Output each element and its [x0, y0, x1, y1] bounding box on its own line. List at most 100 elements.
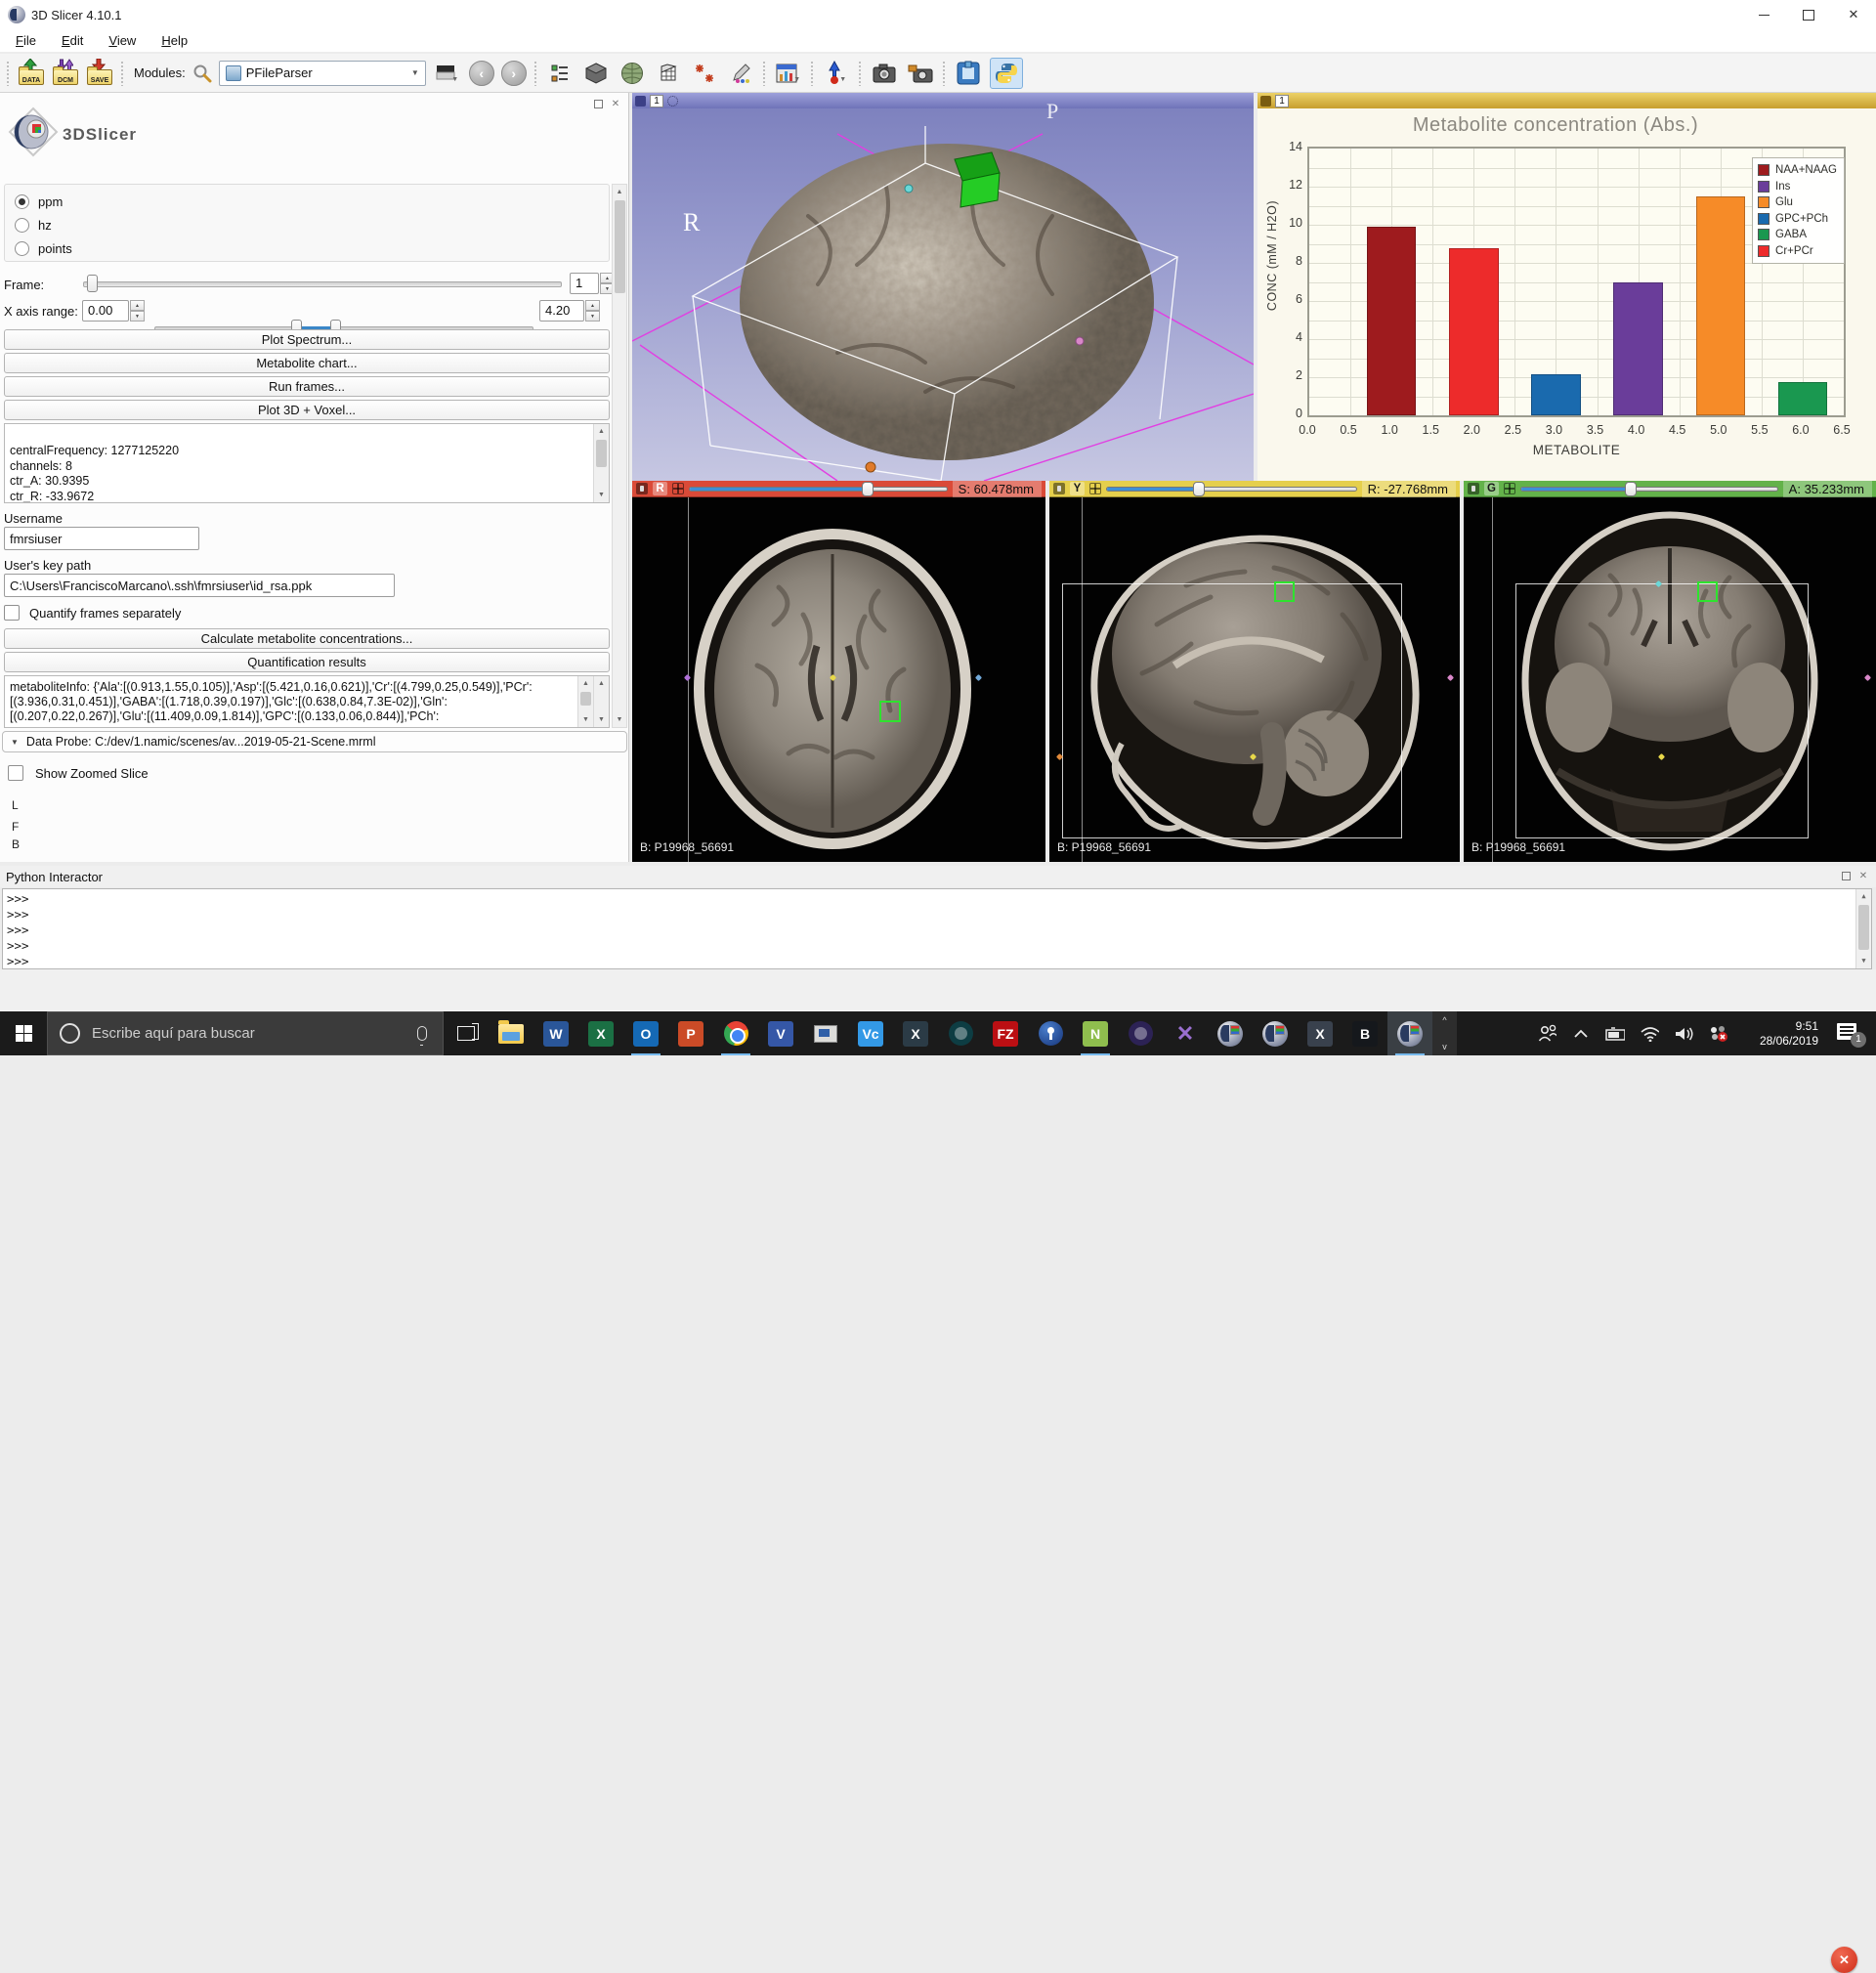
taskbar-app-eclipse[interactable]	[1118, 1011, 1163, 1055]
slice-red-label[interactable]: R	[653, 482, 667, 495]
pin-icon[interactable]	[1468, 483, 1479, 494]
taskbar-app-remote-transfer[interactable]	[803, 1011, 848, 1055]
frame-spinbox[interactable]: 1 ▲▼	[570, 273, 615, 294]
python-undock-button[interactable]	[1839, 869, 1853, 882]
volume-module-button[interactable]	[581, 58, 611, 89]
toolbar-grip[interactable]	[533, 61, 538, 86]
menu-file[interactable]: File	[16, 33, 36, 48]
info-box-scrollbar[interactable]: ▲▼	[593, 424, 609, 502]
header-info-box[interactable]: centralFrequency: 1277125220 channels: 8…	[4, 423, 610, 503]
xaxis-min-value[interactable]: 0.00	[82, 300, 129, 322]
hidden-icons-chevron[interactable]	[1571, 1024, 1591, 1044]
radio-ppm[interactable]: ppm	[15, 193, 63, 210]
dismiss-error-button[interactable]: ✕	[1831, 1947, 1857, 1973]
slice-view-red-axial[interactable]: B: P19968_56691 R S: 60.478mm	[632, 481, 1045, 862]
slice-yellow-slider-handle[interactable]	[1193, 482, 1205, 496]
taskbar-app-mplab-x-ide[interactable]: X	[893, 1011, 938, 1055]
panel-undock-button[interactable]	[591, 97, 605, 110]
transforms-button[interactable]	[654, 58, 683, 89]
radio-points-circle[interactable]	[15, 241, 29, 256]
battery-icon[interactable]	[1605, 1024, 1625, 1044]
python-console-button[interactable]	[990, 58, 1023, 89]
module-panel-scrollbar[interactable]: ▲▼	[612, 184, 627, 728]
radio-ppm-circle[interactable]	[15, 194, 29, 209]
quantify-frames-row[interactable]: Quantify frames separately	[4, 605, 181, 621]
extensions-manager-button[interactable]	[954, 58, 983, 89]
crosshair-icon[interactable]	[1504, 483, 1515, 494]
fiducials-button[interactable]	[690, 58, 719, 89]
start-button[interactable]	[0, 1011, 47, 1055]
module-history-button[interactable]	[545, 58, 575, 89]
voxel-roi-box[interactable]	[879, 701, 901, 722]
python-console-scrollbar[interactable]: ▲▼	[1855, 889, 1871, 968]
radio-hz[interactable]: hz	[15, 216, 52, 234]
taskbar-app-notepad-plus-plus[interactable]: N	[1073, 1011, 1118, 1055]
crosshair-button[interactable]: ▼	[822, 58, 851, 89]
pin-icon[interactable]	[1260, 96, 1271, 107]
chart-view[interactable]: 1 Metabolite concentration (Abs.) CONC (…	[1258, 93, 1876, 481]
slice-red-controller-bar[interactable]: R S: 60.478mm	[632, 481, 1045, 497]
taskbar-app-ssh-lock[interactable]	[1028, 1011, 1073, 1055]
voxel-roi-box[interactable]	[1697, 581, 1718, 602]
slice-green-slider-handle[interactable]	[1625, 482, 1637, 496]
taskbar-app-slicer-window-1[interactable]	[1208, 1011, 1253, 1055]
menu-edit[interactable]: Edit	[62, 33, 83, 48]
taskbar-app-vnc-viewer[interactable]: Vc	[848, 1011, 893, 1055]
toolbar-grip[interactable]	[6, 61, 11, 86]
pin-icon[interactable]	[1053, 483, 1065, 494]
slice-red-slider[interactable]	[689, 482, 948, 496]
load-data-button[interactable]: DATA	[18, 61, 45, 86]
slice-yellow-slider[interactable]	[1106, 482, 1357, 496]
action-center-button[interactable]: 1	[1837, 1022, 1866, 1046]
xaxis-min-spinbox[interactable]: 0.00 ▲▼	[82, 300, 145, 322]
chart-controller-bar[interactable]: 1	[1258, 93, 1876, 108]
taskbar-app-b-tool[interactable]: B	[1343, 1011, 1387, 1055]
menu-help[interactable]: Help	[161, 33, 188, 48]
slice-image-coronal[interactable]: B: P19968_56691	[1464, 497, 1876, 862]
menu-view[interactable]: View	[108, 33, 136, 48]
pin-icon[interactable]	[635, 96, 646, 107]
taskbar-app-slicer-window-2[interactable]	[1253, 1011, 1298, 1055]
taskbar-app-excel[interactable]: X	[578, 1011, 623, 1055]
slice-view-green-coronal[interactable]: B: P19968_56691 G A: 35.233mm	[1464, 481, 1876, 862]
toolbar-grip[interactable]	[120, 61, 125, 86]
view-3d[interactable]: 1 R P	[632, 93, 1254, 481]
fiducial-orange-dot[interactable]	[866, 462, 875, 472]
pin-icon[interactable]	[636, 483, 648, 494]
dicom-button[interactable]: DCM	[52, 61, 79, 86]
plot-3d-voxel-button[interactable]: Plot 3D + Voxel...	[4, 400, 610, 420]
toolbar-grip[interactable]	[810, 61, 815, 86]
taskbar-app-slicer-active[interactable]	[1387, 1011, 1432, 1055]
volume-rendering-button[interactable]	[618, 58, 647, 89]
crosshair-icon[interactable]	[672, 483, 684, 494]
taskbar-app-outlook[interactable]: O	[623, 1011, 668, 1055]
annotations-button[interactable]	[726, 58, 755, 89]
scene-views-button[interactable]	[906, 58, 935, 89]
fiducial-pink-dot[interactable]	[1076, 337, 1084, 345]
xaxis-min-spin-arrows[interactable]: ▲▼	[130, 300, 145, 322]
taskbar-app-filezilla[interactable]: FZ	[983, 1011, 1028, 1055]
python-close-button[interactable]: ✕	[1856, 869, 1870, 882]
radio-hz-circle[interactable]	[15, 218, 29, 233]
taskbar-app-chrome[interactable]	[713, 1011, 758, 1055]
slice-green-label[interactable]: G	[1484, 482, 1499, 495]
taskbar-app-powerpoint[interactable]: P	[668, 1011, 713, 1055]
slice-red-slider-handle[interactable]	[862, 482, 874, 496]
slice-view-yellow-sagittal[interactable]: B: P19968_56691 Y R: -27.768mm	[1049, 481, 1460, 862]
plot-spectrum-button[interactable]: Plot Spectrum...	[4, 329, 610, 350]
metabolite-box-scrollbar-outer[interactable]: ▲▼	[593, 676, 609, 727]
crosshair-icon[interactable]	[1089, 483, 1101, 494]
slice-image-sagittal[interactable]: B: P19968_56691	[1049, 497, 1460, 862]
gear-icon[interactable]	[667, 96, 678, 107]
taskbar-app-visual-studio[interactable]: ✕	[1163, 1011, 1208, 1055]
taskbar-search-box[interactable]: Escribe aquí para buscar	[47, 1011, 444, 1055]
layout-selector-button[interactable]: ▼	[433, 58, 462, 89]
quantification-results-button[interactable]: Quantification results	[4, 652, 610, 672]
metabolite-info-box[interactable]: metaboliteInfo: {'Ala':[(0.913,1.55,0.10…	[4, 675, 610, 728]
chart-layout-button[interactable]: ▼	[774, 58, 803, 89]
taskbar-app-insomnia[interactable]	[938, 1011, 983, 1055]
metabolite-box-scrollbar[interactable]: ▲▼	[577, 676, 593, 727]
python-console[interactable]: >>>>>>>>>>>>>>> ▲▼	[2, 888, 1872, 969]
toolbar-grip[interactable]	[762, 61, 767, 86]
frame-value[interactable]: 1	[570, 273, 599, 294]
